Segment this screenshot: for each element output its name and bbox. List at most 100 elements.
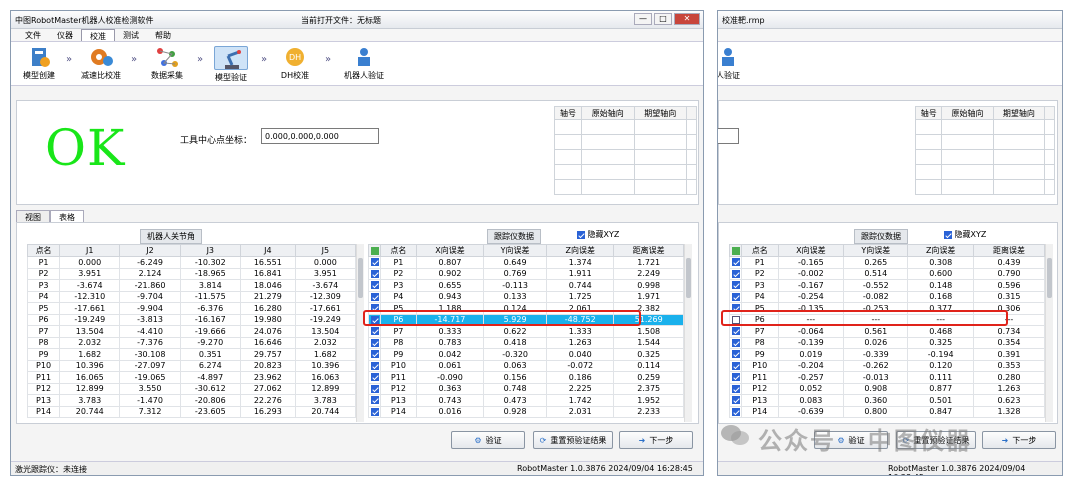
table-row[interactable]: P14 0.016 0.928 2.031 2.233 — [368, 405, 684, 418]
menu-calibration[interactable]: 校准 — [81, 29, 115, 41]
table-row[interactable]: P13 3.783 -1.470 -20.806 22.276 3.783 — [26, 394, 357, 407]
row-checkbox[interactable] — [729, 290, 742, 303]
table-row[interactable]: P8 2.032 -7.376 -9.270 16.646 2.032 — [26, 336, 357, 349]
row-checkbox[interactable] — [368, 290, 381, 303]
maximize-button[interactable]: □ — [654, 13, 672, 25]
menu-instrument[interactable]: 仪器 — [49, 29, 81, 41]
table-row[interactable]: P1 -0.165 0.265 0.308 0.439 — [729, 256, 1046, 269]
table-row[interactable]: P2 -0.002 0.514 0.600 0.790 — [729, 267, 1046, 280]
tracker-table-scrollbar[interactable] — [1045, 244, 1053, 422]
hide-xyz-checkbox[interactable]: 隐藏XYZ — [944, 229, 986, 240]
table-row[interactable]: P7 13.504 -4.410 -19.666 24.076 13.504 — [26, 325, 357, 338]
row-checkbox[interactable] — [368, 267, 381, 280]
table-row[interactable]: P8 0.783 0.418 1.263 1.544 — [368, 336, 684, 349]
comparison-window: 校准靶.rmp 人验证 轴号 原始轴向 期望轴向 跟踪仪数据 隐藏XYZ 点名 X向误… — [717, 10, 1063, 476]
table-row[interactable]: P4 0.943 0.133 1.725 1.971 — [368, 290, 684, 303]
next-step-button[interactable]: ➜ 下一步 — [982, 431, 1056, 449]
row-checkbox[interactable] — [729, 336, 742, 349]
table-row[interactable]: P2 3.951 2.124 -18.965 16.841 3.951 — [26, 267, 357, 280]
menu-help[interactable]: 帮助 — [147, 29, 179, 41]
verify-button[interactable]: ⚙ 验证 — [451, 431, 525, 449]
table-row[interactable]: P13 0.743 0.473 1.742 1.952 — [368, 394, 684, 407]
minimize-button[interactable]: — — [634, 13, 652, 25]
table-row[interactable]: P2 0.902 0.769 1.911 2.249 — [368, 267, 684, 280]
tool-dh-calibration[interactable]: DH DH校准 — [267, 46, 323, 81]
table-row[interactable]: P9 0.019 -0.339 -0.194 0.391 — [729, 348, 1046, 361]
row-checkbox[interactable] — [368, 394, 381, 407]
row-checkbox[interactable] — [368, 336, 381, 349]
table-row[interactable]: P12 0.363 0.748 2.225 2.375 — [368, 382, 684, 395]
table-row[interactable]: P10 10.396 -27.097 6.274 20.823 10.396 — [26, 359, 357, 372]
tracker-table-scrollbar[interactable] — [684, 244, 692, 422]
table-row[interactable]: P4 -12.310 -9.704 -11.575 21.279 -12.309 — [26, 290, 357, 303]
point-name-cell: P6 — [26, 313, 61, 326]
table-row[interactable]: P14 -0.639 0.800 0.847 1.328 — [729, 405, 1046, 418]
row-checkbox[interactable] — [729, 359, 742, 372]
row-checkbox[interactable] — [368, 405, 381, 418]
menu-test[interactable]: 测试 — [115, 29, 147, 41]
select-all-checkbox[interactable] — [368, 244, 381, 257]
table-row[interactable]: P1 0.807 0.649 1.374 1.721 — [368, 256, 684, 269]
table-row[interactable]: P4 -0.254 -0.082 0.168 0.315 — [729, 290, 1046, 303]
table-row[interactable]: P13 0.083 0.360 0.501 0.623 — [729, 394, 1046, 407]
table-row[interactable]: P14 20.744 7.312 -23.605 16.293 20.744 — [26, 405, 357, 418]
row-checkbox[interactable] — [368, 359, 381, 372]
close-button[interactable]: ✕ — [674, 13, 700, 25]
tool-robot-verify[interactable]: 人验证 — [718, 46, 756, 81]
row-checkbox[interactable] — [368, 325, 381, 338]
value-cell: 0.902 — [415, 267, 485, 280]
robot-table-scrollbar[interactable] — [356, 244, 364, 422]
row-checkbox[interactable] — [729, 394, 742, 407]
table-row[interactable]: P8 -0.139 0.026 0.325 0.354 — [729, 336, 1046, 349]
row-checkbox[interactable] — [729, 348, 742, 361]
table-row[interactable]: P12 0.052 0.908 0.877 1.263 — [729, 382, 1046, 395]
value-cell: 3.814 — [179, 279, 241, 292]
menu-file[interactable]: 文件 — [17, 29, 49, 41]
table-row[interactable]: P3 -3.674 -21.860 3.814 18.046 -3.674 — [26, 279, 357, 292]
value-cell: 0.908 — [843, 382, 909, 395]
checkbox-icon — [731, 258, 740, 267]
next-step-button[interactable]: ➜ 下一步 — [619, 431, 693, 449]
reset-verify-button[interactable]: ⟳ 重置预验证结果 — [533, 431, 613, 449]
row-checkbox[interactable] — [368, 279, 381, 292]
table-row[interactable]: P10 0.061 0.063 -0.072 0.114 — [368, 359, 684, 372]
hide-xyz-checkbox[interactable]: 隐藏XYZ — [577, 229, 619, 240]
table-row[interactable]: P11 16.065 -19.065 -4.897 23.962 16.063 — [26, 371, 357, 384]
table-row[interactable]: P12 12.899 3.550 -30.612 27.062 12.899 — [26, 382, 357, 395]
tcp-input[interactable] — [718, 128, 739, 144]
table-row[interactable]: P3 0.655 -0.113 0.744 0.998 — [368, 279, 684, 292]
tool-data-collect[interactable]: 数据采集 — [139, 46, 195, 81]
table-row[interactable]: P7 -0.064 0.561 0.468 0.734 — [729, 325, 1046, 338]
table-row[interactable]: P11 -0.257 -0.013 0.111 0.280 — [729, 371, 1046, 384]
tcp-input[interactable] — [261, 128, 379, 144]
row-checkbox[interactable] — [729, 382, 742, 395]
row-checkbox[interactable] — [368, 256, 381, 269]
table-row[interactable]: P7 0.333 0.622 1.333 1.508 — [368, 325, 684, 338]
row-checkbox[interactable] — [729, 371, 742, 384]
tool-model-verify[interactable]: 模型验证 — [203, 46, 259, 83]
row-checkbox[interactable] — [729, 405, 742, 418]
row-checkbox[interactable] — [368, 371, 381, 384]
table-row[interactable]: P6 -19.249 -3.813 -16.167 19.980 -19.249 — [26, 313, 357, 326]
table-row[interactable]: P9 1.682 -30.108 0.351 29.757 1.682 — [26, 348, 357, 361]
row-checkbox[interactable] — [729, 267, 742, 280]
row-checkbox[interactable] — [368, 348, 381, 361]
row-checkbox[interactable] — [729, 256, 742, 269]
row-checkbox[interactable] — [729, 325, 742, 338]
row-checkbox[interactable] — [368, 382, 381, 395]
tool-robot-verify[interactable]: 机器人验证 — [333, 46, 395, 81]
checkbox-icon — [731, 327, 740, 336]
value-cell: 0.019 — [777, 348, 845, 361]
table-row[interactable]: P11 -0.090 0.156 0.186 0.259 — [368, 371, 684, 384]
table-row[interactable]: P9 0.042 -0.320 0.040 0.325 — [368, 348, 684, 361]
table-row[interactable]: P5 -17.661 -9.904 -6.376 16.280 -17.661 — [26, 302, 357, 315]
table-row[interactable]: P10 -0.204 -0.262 0.120 0.353 — [729, 359, 1046, 372]
row-checkbox[interactable] — [729, 279, 742, 292]
table-row[interactable]: P1 0.000 -6.249 -10.302 16.551 0.000 — [26, 256, 357, 269]
value-cell: 0.783 — [415, 336, 485, 349]
tool-ratio-calibration[interactable]: 减速比校准 — [73, 46, 129, 81]
point-name-cell: P7 — [26, 325, 61, 338]
tool-model-create[interactable]: 模型创建 — [11, 46, 67, 81]
select-all-checkbox[interactable] — [729, 244, 742, 257]
table-row[interactable]: P3 -0.167 -0.552 0.148 0.596 — [729, 279, 1046, 292]
